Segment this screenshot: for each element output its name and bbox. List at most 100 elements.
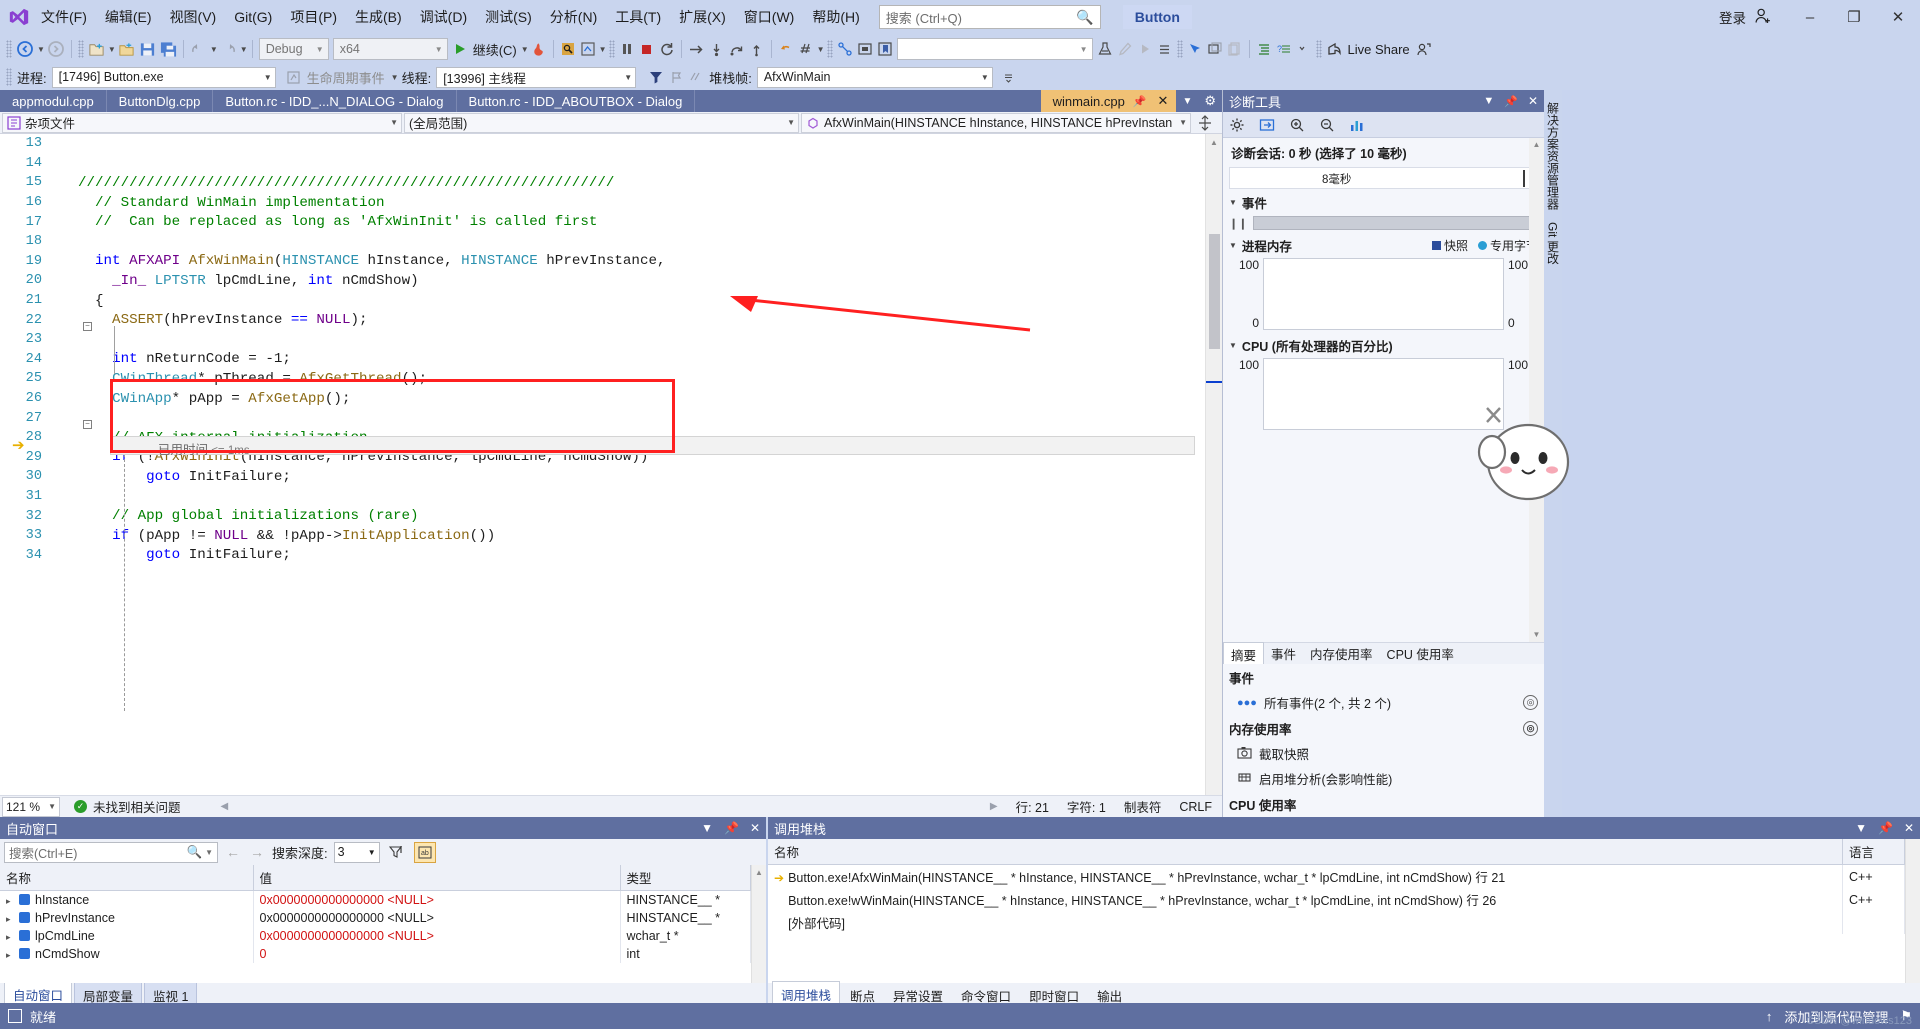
table-row[interactable]: ➔ Button.exe!AfxWinMain(HINSTANCE__ * hIn… (768, 864, 1905, 888)
save-all-icon[interactable] (158, 37, 179, 61)
run-test-icon[interactable] (1095, 37, 1115, 61)
toolbar-grip[interactable] (608, 40, 615, 58)
source-control-upload-icon[interactable]: ↑ (1766, 1009, 1773, 1024)
search-depth-dropdown[interactable]: 3 ▼ (333, 841, 380, 863)
filter-icon[interactable] (646, 65, 666, 89)
continue-button[interactable]: 继续(C) (470, 40, 520, 59)
close-icon[interactable]: ✕ (1154, 93, 1173, 109)
fold-toggle-20[interactable]: − (83, 420, 92, 429)
call-stack-cell-name[interactable]: ➔Button.exe!wWinMain(HINSTANCE__ * hInst… (768, 888, 1843, 911)
code-line[interactable]: 23 (0, 330, 1205, 350)
expander-icon[interactable]: ▸ (6, 950, 14, 961)
find-combo-input[interactable]: ▼ (896, 38, 1093, 60)
sign-in-label[interactable]: 登录 (1713, 7, 1752, 27)
info-icon[interactable]: ◎ (1523, 721, 1538, 736)
vtab-git-changes[interactable]: Git 更改 (1545, 216, 1562, 271)
more-tools-icon[interactable] (1294, 37, 1314, 61)
navigate-back-icon[interactable] (14, 37, 36, 61)
menu-item-help[interactable]: 帮助(H) (803, 3, 868, 31)
call-stack-grid[interactable]: 名称 语言 ➔ Button.exe!AfxWinMain(HINSTANCE__… (768, 839, 1905, 983)
continue-dropdown-icon[interactable]: ▼ (521, 45, 529, 54)
edit-icon[interactable] (1115, 37, 1135, 61)
lifecycle-events-icon[interactable] (284, 65, 304, 89)
menu-item-tools[interactable]: 工具(T) (606, 3, 670, 31)
menu-item-test[interactable]: 测试(S) (476, 3, 541, 31)
events-track[interactable] (1253, 216, 1538, 230)
filter-icon[interactable] (386, 842, 408, 863)
tab-button-rc-aboutbox[interactable]: Button.rc - IDD_ABOUTBOX - Dialog (456, 90, 696, 112)
close-icon[interactable]: ✕ (750, 821, 760, 835)
call-stack-col-language[interactable]: 语言 (1842, 839, 1905, 865)
scroll-up-icon[interactable]: ▲ (1529, 138, 1544, 152)
step-list-icon[interactable] (1155, 37, 1175, 61)
member-scope-dropdown[interactable]: AfxWinMain(HINSTANCE hInstance, HINSTANC… (801, 112, 1191, 133)
tab-winmain-cpp[interactable]: winmain.cpp 📌 ✕ (1040, 90, 1177, 112)
code-line[interactable]: 22 ASSERT(hPrevInstance == NULL); (0, 310, 1205, 330)
run-icon[interactable] (1135, 37, 1155, 61)
chart-view-icon[interactable] (1349, 117, 1365, 133)
select-window-icon[interactable] (1185, 37, 1205, 61)
code-line[interactable]: 27 (0, 408, 1205, 428)
diagnostic-scrollbar[interactable]: ▲ ▼ (1529, 138, 1544, 642)
restart-icon[interactable] (657, 37, 677, 61)
code-surface[interactable]: 13 14 15 //////////////////////////////////… (0, 134, 1205, 795)
attach-process-icon[interactable] (558, 37, 578, 61)
code-line[interactable]: 26 CWinApp* pApp = AfxGetApp(); (0, 389, 1205, 409)
zoom-out-icon[interactable] (1319, 117, 1335, 133)
scrollbar-thumb[interactable] (1209, 234, 1220, 349)
tab-settings-gear-icon[interactable]: ⚙ (1198, 90, 1222, 112)
scroll-right-icon[interactable]: ▶ (990, 801, 998, 812)
autos-col-type[interactable]: 类型 (620, 865, 751, 891)
autos-col-name[interactable]: 名称 (0, 865, 254, 891)
type-scope-dropdown[interactable]: (全局范围) ▼ (404, 112, 799, 133)
autos-cell-value[interactable]: 0x0000000000000000 <NULL> (253, 890, 621, 909)
menu-item-project[interactable]: 项目(P) (281, 3, 346, 31)
summary-take-snapshot-row[interactable]: 截取快照 (1223, 741, 1544, 766)
process-dropdown[interactable]: [17496] Button.exe ▼ (51, 66, 276, 88)
scroll-up-icon[interactable]: ▲ (1206, 134, 1222, 150)
menu-item-git[interactable]: Git(G) (225, 5, 281, 29)
fold-toggle-15[interactable]: − (83, 322, 92, 331)
pin-icon[interactable]: 📌 (724, 821, 739, 835)
code-line[interactable]: 25 CWinThread* pThread = AfxGetThread(); (0, 369, 1205, 389)
autos-cell-value[interactable]: 0x0000000000000000 <NULL> (253, 909, 621, 927)
copy-window-icon[interactable] (1225, 37, 1245, 61)
expander-icon[interactable]: ▸ (6, 914, 14, 925)
autos-cell-name[interactable]: ▸ nCmdShow (0, 945, 254, 963)
menu-item-debug[interactable]: 调试(D) (411, 3, 476, 31)
select-events-icon[interactable] (1259, 117, 1275, 133)
table-row[interactable]: ▸ hPrevInstance 0x0000000000000000 <NULL> H… (0, 909, 751, 927)
timeline-ruler[interactable]: 8毫秒 (1229, 167, 1538, 189)
save-icon[interactable] (137, 37, 158, 61)
hide-threads-icon[interactable] (686, 65, 706, 89)
chevron-down-icon[interactable]: ▼ (205, 848, 213, 857)
autos-vertical-scrollbar[interactable]: ▲ (751, 865, 766, 983)
call-stack-cell-name[interactable]: ➔[外部代码] (768, 911, 1843, 934)
code-line[interactable]: 30 goto InitFailure; (0, 467, 1205, 487)
more-options-icon[interactable] (999, 65, 1019, 89)
editor-vertical-scrollbar[interactable]: ▲ (1205, 134, 1222, 795)
code-line[interactable]: 16 // Standard WinMain implementation (0, 193, 1205, 213)
table-row[interactable]: ▸ hInstance 0x0000000000000000 <NULL> HINST… (0, 890, 751, 909)
settings-gear-icon[interactable] (1229, 117, 1245, 133)
indent-icon[interactable] (1254, 37, 1274, 61)
stop-debugging-icon[interactable] (637, 37, 657, 61)
pin-icon[interactable]: 📌 (1133, 95, 1147, 108)
bookmark-nav-icon[interactable] (835, 37, 855, 61)
search-next-icon[interactable]: → (248, 844, 266, 860)
redo-dropdown-icon[interactable]: ▼ (240, 45, 248, 54)
open-file-icon[interactable] (116, 37, 137, 61)
call-stack-vertical-scrollbar[interactable] (1905, 839, 1920, 983)
autos-cell-value[interactable]: 0 (253, 945, 621, 963)
memory-plot-area[interactable] (1263, 258, 1504, 330)
break-all-icon[interactable] (617, 37, 637, 61)
search-previous-icon[interactable]: ← (224, 844, 242, 860)
autos-cell-name[interactable]: ▸ lpCmdLine (0, 927, 254, 945)
menu-item-extensions[interactable]: 扩展(X) (670, 3, 735, 31)
summary-enable-heap-row[interactable]: 启用堆分析(会影响性能) (1223, 766, 1544, 791)
diag-tab-summary[interactable]: 摘要 (1223, 641, 1265, 666)
toolbar-grip[interactable] (1176, 40, 1183, 58)
navigate-forward-icon[interactable] (45, 37, 67, 61)
code-line[interactable]: 14 (0, 154, 1205, 174)
clear-bookmarks-icon[interactable] (875, 37, 895, 61)
